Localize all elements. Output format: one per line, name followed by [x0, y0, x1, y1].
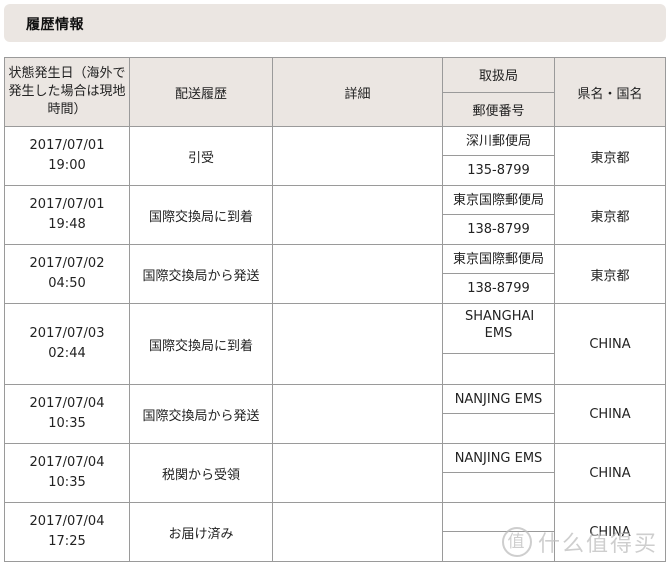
time-value: 19:00	[48, 158, 86, 173]
cell-date: 2017/07/04 10:35	[4, 443, 130, 503]
date-value: 2017/07/03	[29, 326, 105, 341]
cell-date: 2017/07/02 04:50	[4, 244, 130, 304]
date-value: 2017/07/04	[29, 455, 105, 470]
date-value: 2017/07/04	[29, 514, 105, 529]
cell-postal: 135-8799	[442, 155, 555, 186]
section-title: 履歴情報	[26, 17, 84, 33]
cell-detail	[272, 303, 443, 385]
cell-status: 国際交換局に到着	[129, 303, 273, 385]
header-prefecture: 県名・国名	[554, 57, 666, 127]
cell-detail	[272, 185, 443, 245]
table-row: 2017/07/04 10:35 税関から受領 NANJING EMS CHINA	[4, 443, 666, 503]
cell-status: 引受	[129, 126, 273, 186]
cell-prefecture: CHINA	[554, 303, 666, 385]
watermark-text: 什么值得买	[538, 532, 659, 557]
cell-postal	[442, 413, 555, 444]
cell-postal: 138-8799	[442, 214, 555, 245]
cell-prefecture: 東京都	[554, 244, 666, 304]
cell-date: 2017/07/01 19:00	[4, 126, 130, 186]
cell-office: 深川郵便局	[442, 126, 555, 156]
time-value: 10:35	[48, 475, 86, 490]
cell-status: 国際交換局に到着	[129, 185, 273, 245]
cell-status: お届け済み	[129, 502, 273, 562]
tracking-history-table: 状態発生日（海外で発生した場合は現地時間） 配送履歴 詳細 取扱局 県名・国名 …	[4, 57, 666, 562]
header-date: 状態発生日（海外で発生した場合は現地時間）	[4, 57, 130, 127]
date-value: 2017/07/01	[29, 197, 105, 212]
cell-prefecture: 東京都	[554, 126, 666, 186]
cell-status: 国際交換局から発送	[129, 244, 273, 304]
table-row: 2017/07/04 10:35 国際交換局から発送 NANJING EMS CHINA	[4, 384, 666, 444]
cell-prefecture: CHINA	[554, 384, 666, 444]
watermark-logo-icon: 值	[502, 527, 532, 557]
cell-detail	[272, 502, 443, 562]
cell-detail	[272, 443, 443, 503]
cell-date: 2017/07/01 19:48	[4, 185, 130, 245]
watermark: 值什么值得买	[502, 526, 658, 558]
table-row: 2017/07/01 19:00 引受 深川郵便局 東京都	[4, 126, 666, 186]
header-office: 取扱局	[442, 57, 555, 93]
time-value: 10:35	[48, 416, 86, 431]
cell-office: 東京国際郵便局	[442, 185, 555, 215]
cell-office: NANJING EMS	[442, 384, 555, 414]
cell-postal	[442, 472, 555, 503]
table-row: 2017/07/02 04:50 国際交換局から発送 東京国際郵便局 東京都	[4, 244, 666, 304]
time-value: 04:50	[48, 276, 86, 291]
section-header: 履歴情報	[4, 4, 666, 42]
date-value: 2017/07/04	[29, 396, 105, 411]
cell-prefecture: CHINA	[554, 443, 666, 503]
cell-office: 東京国際郵便局	[442, 244, 555, 274]
table-row: 2017/07/01 19:48 国際交換局に到着 東京国際郵便局 東京都	[4, 185, 666, 245]
cell-date: 2017/07/04 17:25	[4, 502, 130, 562]
cell-detail	[272, 126, 443, 186]
time-value: 17:25	[48, 534, 86, 549]
header-detail: 詳細	[272, 57, 443, 127]
table-row: 2017/07/03 02:44 国際交換局に到着 SHANGHAI EMS CHINA	[4, 303, 666, 385]
cell-status: 税関から受領	[129, 443, 273, 503]
cell-date: 2017/07/04 10:35	[4, 384, 130, 444]
cell-date: 2017/07/03 02:44	[4, 303, 130, 385]
cell-office: SHANGHAI EMS	[442, 303, 555, 354]
time-value: 02:44	[48, 346, 86, 361]
cell-office: NANJING EMS	[442, 443, 555, 473]
cell-postal	[442, 353, 555, 385]
header-postal: 郵便番号	[442, 91, 555, 127]
header-status: 配送履歴	[129, 57, 273, 127]
cell-postal: 138-8799	[442, 273, 555, 304]
cell-detail	[272, 244, 443, 304]
cell-status: 国際交換局から発送	[129, 384, 273, 444]
date-value: 2017/07/01	[29, 138, 105, 153]
time-value: 19:48	[48, 217, 86, 232]
cell-prefecture: 東京都	[554, 185, 666, 245]
cell-detail	[272, 384, 443, 444]
date-value: 2017/07/02	[29, 256, 105, 271]
